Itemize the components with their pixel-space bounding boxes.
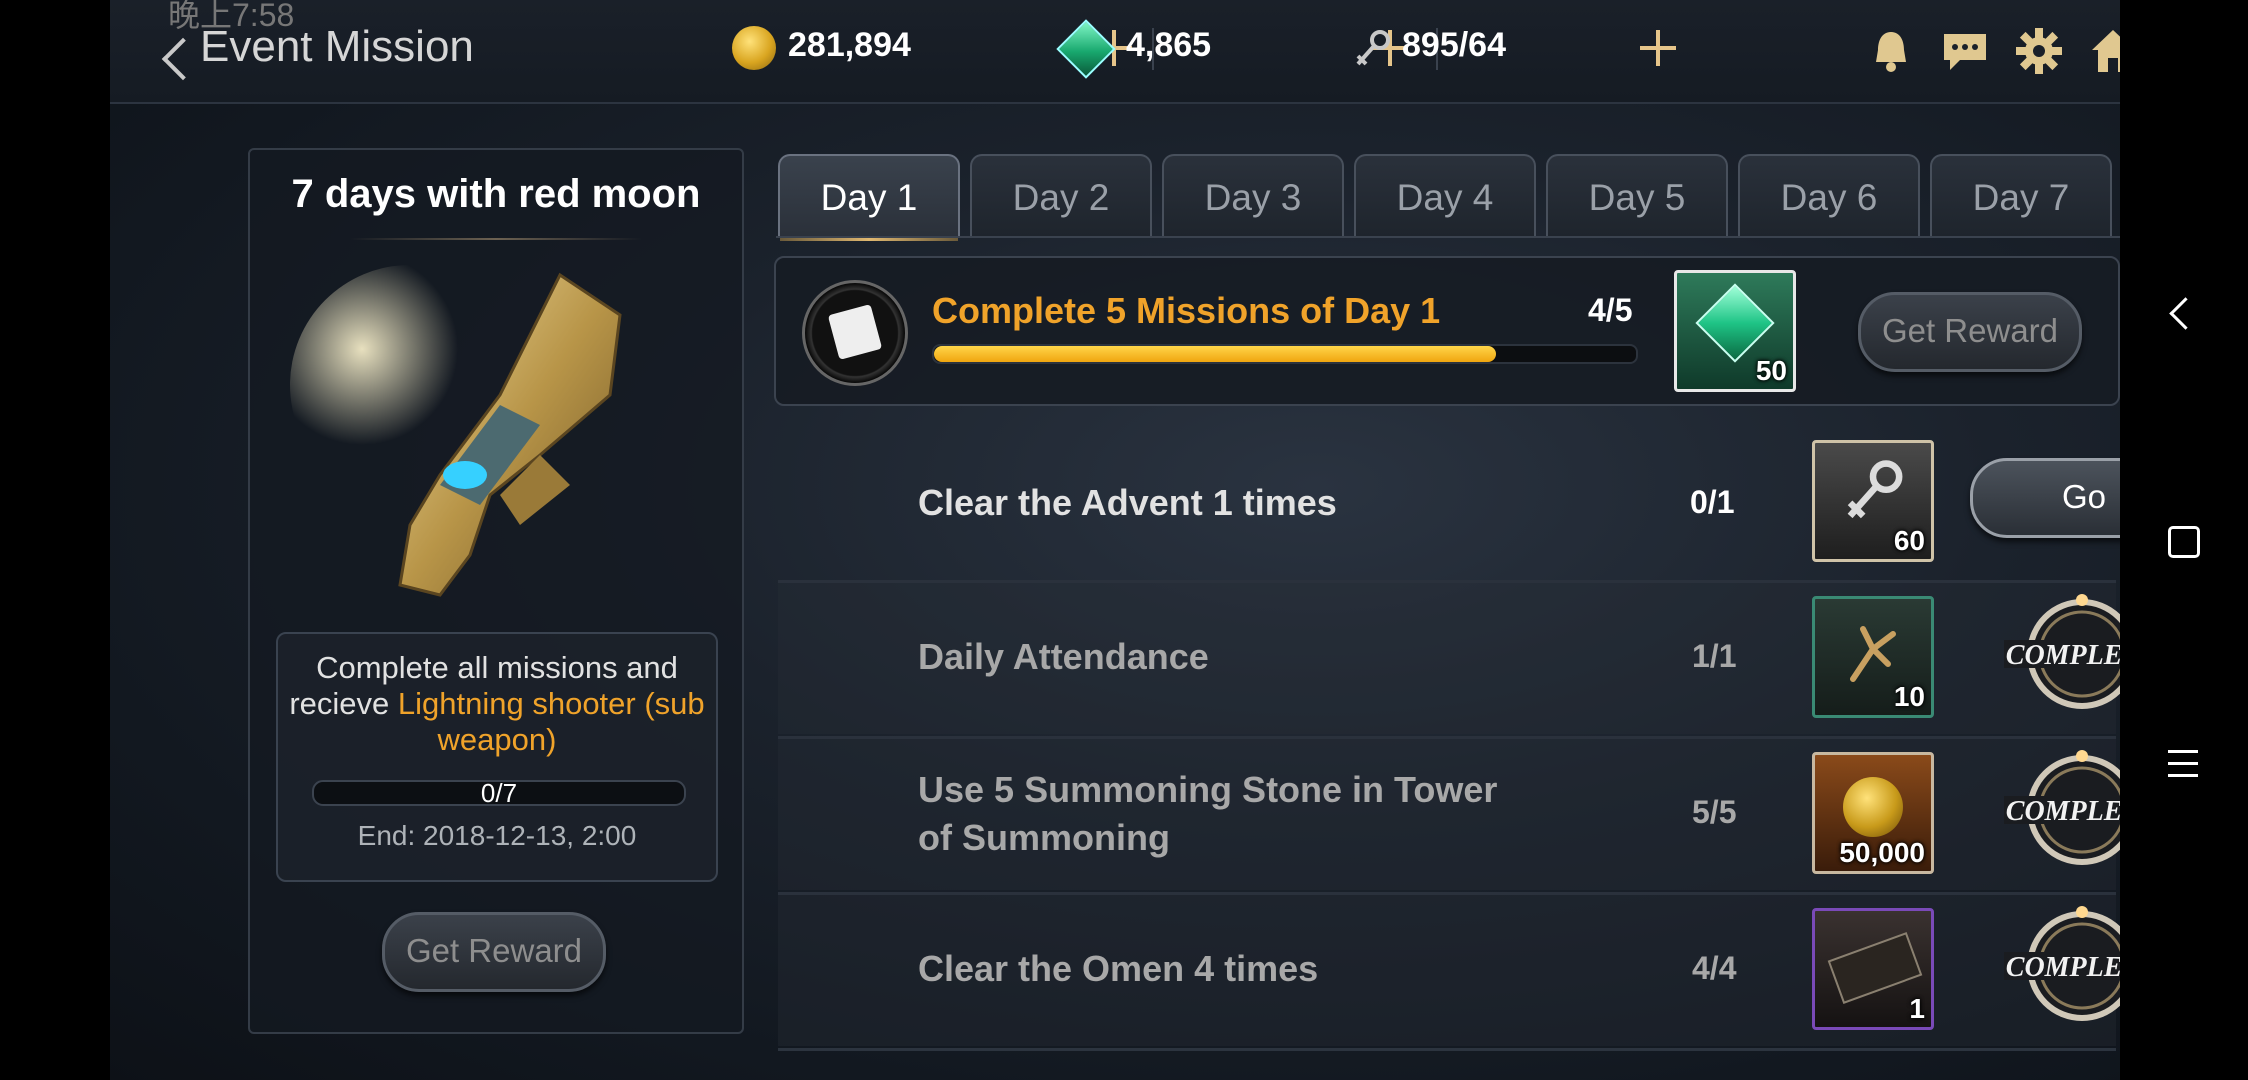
tab-day-6[interactable]: Day 6: [1738, 154, 1920, 238]
tab-day-5[interactable]: Day 5: [1546, 154, 1728, 238]
row-divider: [778, 1048, 2116, 1051]
gold-coin-icon: [732, 26, 776, 70]
tab-day-3[interactable]: Day 3: [1162, 154, 1344, 238]
complete-label: COMPLETE: [2006, 640, 2120, 671]
mission-title: Clear the Advent 1 times: [918, 482, 1337, 523]
scroll-icon: [802, 280, 908, 386]
lightning-shooter-weapon-image: [290, 265, 622, 597]
mission-reward-slot[interactable]: 60: [1812, 440, 1934, 562]
event-description-box: Complete all missions and recieve Lightn…: [276, 632, 718, 882]
key-amount: 895/64: [1402, 26, 1506, 64]
complete-label: COMPLETE: [2006, 952, 2120, 983]
gold-coin-icon: [1843, 777, 1903, 837]
key-icon: [1847, 460, 1903, 519]
complete-badge-icon: COMPLETE: [2004, 906, 2120, 1021]
reward-quantity: 10: [1893, 681, 1925, 712]
reward-quantity: 1: [1909, 993, 1925, 1024]
mission-count: 1/1: [1692, 638, 1737, 674]
nav-menu-icon[interactable]: [2168, 750, 2198, 778]
complete-label: COMPLETE: [2006, 796, 2120, 827]
key-icon: [1356, 30, 1390, 66]
event-progress-text: 0/7: [480, 778, 518, 808]
mission-row: Clear the Advent 1 times 0/1 60 Go: [778, 422, 2120, 576]
add-keys-button[interactable]: [1638, 28, 1678, 68]
reward-quantity: 60: [1893, 525, 1925, 556]
gear-icon[interactable]: [2014, 26, 2064, 76]
gem-amount: 4,865: [1126, 26, 1212, 64]
chat-icon[interactable]: [1940, 26, 1990, 76]
tab-day-2[interactable]: Day 2: [970, 154, 1152, 238]
summary-progress-bar: [932, 344, 1638, 364]
mission-title: Clear the Omen 4 times: [918, 948, 1319, 989]
event-title: 7 days with red moon: [291, 172, 701, 216]
tab-day-7[interactable]: Day 7: [1930, 154, 2112, 238]
gold-amount: 281,894: [788, 26, 911, 64]
day-summary-mission: Complete 5 Missions of Day 1 4/5 50 Get …: [774, 256, 2120, 406]
chevron-left-icon: [161, 37, 205, 81]
reward-item-name: Lightning shooter (sub weapon): [397, 686, 705, 757]
tab-day-4[interactable]: Day 4: [1354, 154, 1536, 238]
complete-badge-icon: COMPLETE: [2004, 594, 2120, 709]
back-button[interactable]: [130, 18, 205, 84]
page-title: Event Mission: [200, 22, 474, 71]
mission-reward-slot[interactable]: 1: [1812, 908, 1934, 1030]
mission-row: Clear the Omen 4 times 4/4 1 COMPLETE: [778, 892, 2120, 1046]
summary-get-reward-button[interactable]: Get Reward: [1858, 292, 2082, 372]
summary-reward-slot[interactable]: 50: [1674, 270, 1796, 392]
summary-count: 4/5: [1588, 292, 1633, 328]
mission-count: 5/5: [1692, 794, 1737, 830]
reward-quantity: 50,000: [1839, 837, 1925, 868]
top-bar: 晚上7:58 Event Mission 281,894 4,865 895/6…: [110, 0, 2120, 104]
event-get-reward-button[interactable]: Get Reward: [382, 912, 606, 992]
nav-back-icon[interactable]: [2169, 297, 2202, 330]
mission-row: Daily Attendance 1/1 10 COMPLETE: [778, 580, 2120, 734]
go-button[interactable]: Go: [1970, 458, 2120, 538]
mission-title: Daily Attendance: [918, 636, 1209, 677]
android-nav-bar: [2120, 0, 2248, 1080]
event-end-date: End: 2018-12-13, 2:00: [357, 820, 637, 851]
mission-reward-slot[interactable]: 50,000: [1812, 752, 1934, 874]
title-divider: [350, 238, 642, 240]
summary-title: Complete 5 Missions of Day 1: [932, 290, 1441, 331]
mission-row: Use 5 Summoning Stone in Tower of Summon…: [778, 736, 2120, 890]
tab-underline: [776, 236, 2120, 238]
bell-icon[interactable]: [1866, 26, 1916, 76]
game-screen: 晚上7:58 Event Mission 281,894 4,865 895/6…: [110, 0, 2120, 1080]
mission-title: Use 5 Summoning Stone in Tower of Summon…: [918, 769, 1498, 858]
home-icon[interactable]: [2088, 26, 2120, 76]
nav-home-icon[interactable]: [2168, 526, 2200, 558]
mission-count: 0/1: [1690, 484, 1735, 520]
complete-badge-icon: COMPLETE: [2004, 750, 2120, 865]
mission-count: 4/4: [1692, 950, 1737, 986]
event-reward-panel: 7 days with red moon Complete all missio…: [248, 148, 744, 1034]
gem-icon: [1695, 283, 1775, 363]
reward-quantity: 50: [1755, 355, 1787, 386]
summary-progress-fill: [934, 346, 1496, 362]
tab-day-1[interactable]: Day 1: [778, 154, 960, 241]
mission-reward-slot[interactable]: 10: [1812, 596, 1934, 718]
event-description: Complete all missions and recieve Lightn…: [286, 650, 708, 758]
branch-icon: [1850, 626, 1896, 682]
event-progress-bar: 0/7: [312, 778, 686, 808]
